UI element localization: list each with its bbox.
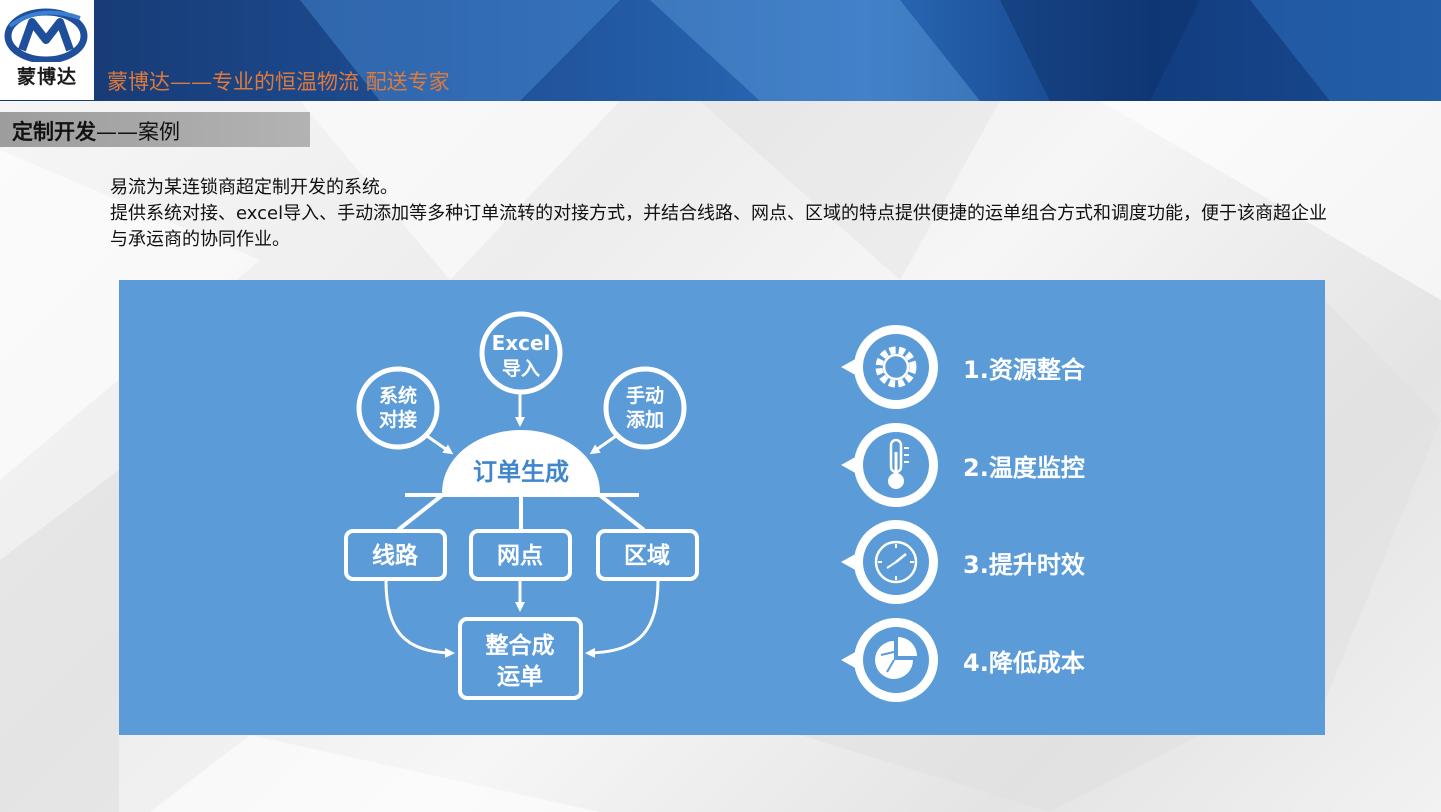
feature-4-badge bbox=[841, 618, 938, 702]
box-consolidated-waybill: 整合成 运单 bbox=[458, 617, 583, 700]
logo-text: 蒙博达 bbox=[16, 66, 77, 88]
section-title-bold: 定制开发 bbox=[12, 120, 96, 144]
box-route: 线路 bbox=[344, 529, 447, 581]
arrow-route-to-result bbox=[384, 580, 455, 658]
branch-line-route bbox=[396, 491, 447, 532]
description-line-2: 提供系统对接、excel导入、手动添加等多种订单流转的对接方式，并结合线路、网点… bbox=[110, 203, 1328, 250]
feature-1-badge bbox=[841, 325, 938, 409]
logo: 蒙博达 bbox=[0, 0, 94, 100]
result-line2: 运单 bbox=[497, 664, 543, 690]
order-generation-label: 订单生成 bbox=[473, 458, 569, 486]
box-region: 区域 bbox=[596, 529, 699, 581]
clock-icon bbox=[874, 540, 918, 584]
feature-label-3: 3.提升时效 bbox=[963, 551, 1085, 579]
result-line1: 整合成 bbox=[486, 632, 555, 659]
feature-label-1: 1.资源整合 bbox=[963, 356, 1085, 384]
order-generation-dome: 订单生成 bbox=[442, 430, 600, 493]
bubble-manual-line2: 添加 bbox=[626, 408, 664, 431]
feature-label-2: 2.温度监控 bbox=[963, 454, 1085, 482]
description-line-1: 易流为某连锁商超定制开发的系统。 bbox=[110, 177, 398, 198]
slogan: 蒙博达——专业的恒温物流 配送专家 bbox=[107, 70, 450, 94]
bubble-manual-add: 手动 添加 bbox=[603, 366, 687, 450]
feature-label-4: 4.降低成本 bbox=[963, 649, 1085, 677]
diagram-panel: 系统 对接 Excel 导入 手动 添加 订单生成 线路 网点 区域 整合成 运… bbox=[119, 280, 1325, 735]
bubble-excel-import: Excel 导入 bbox=[479, 311, 563, 395]
order-flow-diagram: 系统 对接 Excel 导入 手动 添加 订单生成 线路 网点 区域 整合成 运… bbox=[344, 311, 938, 702]
section-title-rest: ——案例 bbox=[96, 120, 180, 144]
bubble-system-line2: 对接 bbox=[379, 408, 417, 431]
branch-line-region bbox=[595, 491, 646, 532]
box-outlet-label: 网点 bbox=[497, 543, 543, 569]
arrow-system-to-order bbox=[426, 434, 454, 455]
arrow-manual-to-order bbox=[589, 434, 617, 455]
logo-mark-icon bbox=[4, 8, 88, 62]
description: 易流为某连锁商超定制开发的系统。 提供系统对接、excel导入、手动添加等多种订… bbox=[110, 175, 1340, 253]
arrow-region-to-result bbox=[585, 580, 660, 658]
bubble-manual-line1: 手动 bbox=[626, 384, 664, 407]
box-region-label: 区域 bbox=[624, 542, 670, 569]
section-title-bar: 定制开发——案例 bbox=[0, 112, 310, 147]
section-title: 定制开发——案例 bbox=[12, 116, 180, 146]
feature-3-badge bbox=[841, 520, 938, 604]
box-route-label: 线路 bbox=[372, 542, 419, 569]
bubble-excel-line2: 导入 bbox=[502, 358, 540, 380]
header-banner: 蒙博达 蒙博达——专业的恒温物流 配送专家 bbox=[0, 0, 1441, 101]
box-outlet: 网点 bbox=[469, 529, 572, 581]
feature-2-badge bbox=[841, 423, 938, 507]
bubble-system-integration: 系统 对接 bbox=[356, 366, 440, 450]
bubble-excel-line1: Excel bbox=[492, 331, 551, 355]
bubble-system-line1: 系统 bbox=[379, 384, 417, 407]
